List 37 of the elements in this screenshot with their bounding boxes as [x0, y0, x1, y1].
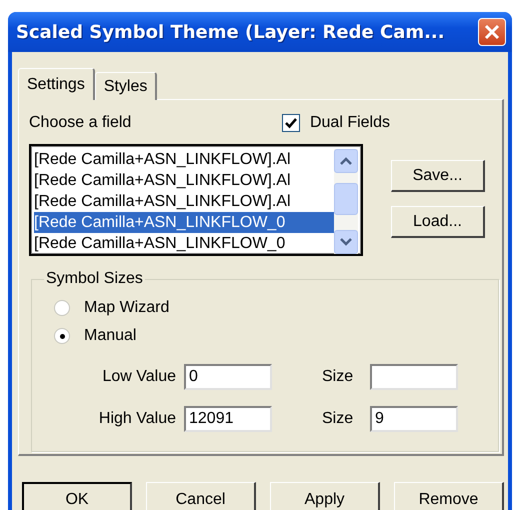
- value-label: Low Value: [101, 368, 176, 386]
- tab[interactable]: Styles: [94, 72, 158, 100]
- scrollbar[interactable]: [334, 149, 358, 254]
- size-field[interactable]: 9: [370, 406, 458, 432]
- dialog-button[interactable]: Remove: [394, 482, 504, 510]
- list-item[interactable]: [Rede Camilla+ASN_LINKFLOW].Al: [34, 170, 334, 191]
- scroll-up-icon[interactable]: [334, 149, 358, 173]
- side-button[interactable]: Save...: [391, 160, 485, 192]
- size-label: Size: [322, 410, 354, 428]
- list-item[interactable]: [Rede Camilla+ASN_LINKFLOW_0: [34, 233, 334, 254]
- dialog-button[interactable]: OK: [22, 482, 132, 510]
- check-icon: [284, 117, 297, 129]
- group-title: Symbol Sizes: [45, 270, 144, 288]
- scroll-thumb[interactable]: [334, 183, 358, 215]
- field-label: Choose a field: [29, 114, 132, 132]
- value-label: High Value: [98, 410, 176, 428]
- radio-label: Map Wizard: [84, 299, 170, 317]
- value-field[interactable]: 12091: [184, 406, 272, 432]
- dialog-button[interactable]: Apply: [270, 482, 380, 510]
- dialog-button[interactable]: Cancel: [146, 482, 256, 510]
- radio-button[interactable]: [54, 328, 70, 344]
- value-field[interactable]: 0: [184, 364, 272, 390]
- list-item[interactable]: [Rede Camilla+ASN_LINKFLOW_0: [34, 212, 334, 233]
- close-button[interactable]: [478, 18, 506, 46]
- scroll-down-icon[interactable]: [334, 230, 358, 254]
- dual-fields-checkbox[interactable]: [282, 114, 300, 132]
- list-item[interactable]: [Rede Camilla+ASN_LINKFLOW].Al: [34, 191, 334, 212]
- radio-button[interactable]: [54, 300, 70, 316]
- close-icon: [484, 24, 500, 40]
- tab[interactable]: Settings: [18, 68, 95, 100]
- window-title: Scaled Symbol Theme (Layer: Rede Cam...: [16, 22, 445, 42]
- size-label: Size: [322, 368, 354, 386]
- checkbox-label: Dual Fields: [310, 114, 390, 132]
- side-button[interactable]: Load...: [391, 206, 485, 238]
- radio-label: Manual: [84, 327, 136, 345]
- size-field[interactable]: [370, 364, 458, 390]
- list-item[interactable]: [Rede Camilla+ASN_LINKFLOW].Al: [34, 149, 334, 170]
